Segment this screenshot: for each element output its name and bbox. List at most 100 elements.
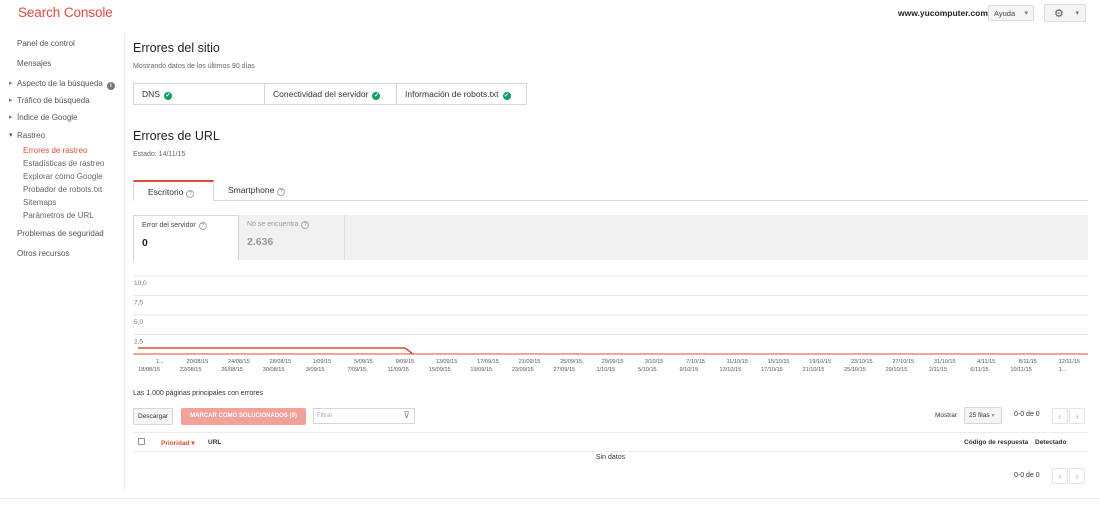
x-tick-label: 25/10/15 [844,367,866,373]
url-errors-state: Estado: 14/11/15 [133,151,186,158]
x-tick-label: 4/11/15 [977,359,995,365]
url-errors-title: Errores de URL [133,129,220,143]
x-tick-label: 25/09/15 [560,359,582,365]
pagination-range: 0-0 de 0 [1014,411,1040,418]
help-icon[interactable]: ? [301,221,310,229]
column-url[interactable]: URL [208,439,221,446]
x-tick-label: 17/09/15 [477,359,499,365]
site-errors-status-row: DNS ✔ Conectividad del servidor ✔ Informac… [133,83,527,105]
rows-per-page-select[interactable]: 25 filas ▾ [964,407,1002,424]
check-circle-icon: ✔ [502,92,511,100]
error-metrics: Error del servidor? 0 No se encuentra? 2… [133,215,1088,261]
sidebar-item-google-index[interactable]: Índice de Google [9,113,77,122]
x-tick-label: 6/11/15 [970,367,988,373]
status-label: Información de robots.txt [405,89,499,99]
x-tick-label: 1/09/15 [313,359,332,365]
next-page-button[interactable]: › [1069,408,1085,424]
sidebar-item-robots-tester[interactable]: Probador de robots.txt [23,185,102,194]
app-logo[interactable]: Search Console [18,5,113,20]
x-tick-label: 1... [1059,367,1067,373]
help-icon[interactable]: ? [186,190,195,198]
x-tick-label: 21/10/15 [803,367,825,373]
series-line [138,347,414,355]
sidebar-item-search-appearance[interactable]: Aspecto de la búsquedai [9,79,115,90]
sidebar-item-dashboard[interactable]: Panel de control [17,39,75,48]
metric-value: 0 [142,237,148,249]
sidebar-item-crawl[interactable]: Rastreo [9,131,45,140]
x-tick-label: 11/09/15 [388,367,409,373]
column-detected[interactable]: Detectado [1035,439,1066,446]
sidebar-item-search-traffic[interactable]: Tráfico de búsqueda [9,96,90,105]
site-errors-subtitle: Mostrando datos de los últimos 90 días [133,63,255,70]
x-tick-label: 3/10/15 [645,359,664,365]
help-icon[interactable]: ? [198,222,207,230]
x-tick-label: 1... [156,359,164,365]
x-tick-label: 2/11/15 [929,367,947,373]
x-tick-label: 13/10/15 [719,367,741,373]
metric-server-error[interactable]: Error del servidor? 0 [133,215,239,261]
download-button[interactable]: Descargar [133,408,173,425]
column-label: Prioridad [161,440,190,447]
status-label: DNS [142,89,160,99]
x-tick-label: 17/10/15 [761,367,783,373]
x-tick-label: 27/09/15 [553,367,575,373]
column-priority[interactable]: Prioridad ▾ [161,439,195,447]
select-all-checkbox[interactable] [138,438,145,445]
x-tick-label: 18/08/15 [138,367,160,373]
check-circle-icon: ✔ [163,92,172,100]
sidebar-item-url-parameters[interactable]: Parámetros de URL [23,211,94,220]
tab-smartphone[interactable]: Smartphone? [214,180,299,201]
status-label: Conectividad del servidor [273,89,369,99]
x-tick-label: 10/11/15 [1010,367,1031,373]
x-tick-label: 7/09/15 [347,367,366,373]
y-tick-label: 5,0 [134,319,143,326]
sidebar-item-fetch-as-google[interactable]: Explorar como Google [23,172,103,181]
y-tick-label: 7,5 [134,300,143,307]
show-label: Mostrar [935,412,958,419]
status-server-connectivity[interactable]: Conectividad del servidor ✔ [265,84,397,104]
metric-label: Error del servidor [142,222,196,229]
filter-input[interactable]: Filtrar ⊽ [313,408,415,424]
mark-fixed-button[interactable]: MARCAR COMO SOLUCIONADOS (0) [181,408,306,425]
x-tick-label: 11/10/15 [726,359,747,365]
device-tabs: Escritorio? Smartphone? [133,180,1088,201]
help-icon[interactable]: ? [277,188,286,196]
x-tick-label: 13/09/15 [436,359,458,365]
x-tick-label: 20/08/15 [186,359,208,365]
x-tick-label: 15/10/15 [768,359,790,365]
sidebar-item-security-issues[interactable]: Problemas de seguridad [17,229,104,238]
empty-state: Sin datos [595,454,626,461]
prev-page-button-bottom[interactable]: ‹ [1052,468,1068,484]
sidebar-item-messages[interactable]: Mensajes [17,59,51,68]
sidebar-item-crawl-errors[interactable]: Errores de rastreo [23,146,87,155]
info-icon[interactable]: i [106,82,115,90]
x-tick-label: 21/09/15 [519,359,541,365]
y-tick-label: 2,5 [134,339,143,346]
tab-label: Smartphone [228,185,275,195]
sidebar-item-label: Aspecto de la búsqueda [17,79,103,88]
metric-value: 2.636 [247,236,274,248]
x-tick-label: 22/08/15 [180,367,202,373]
sidebar: Panel de control Mensajes Aspecto de la … [0,34,125,490]
filter-placeholder: Filtrar [317,413,333,419]
sidebar-item-crawl-stats[interactable]: Estadísticas de rastreo [23,159,104,168]
status-robots[interactable]: Información de robots.txt ✔ [397,84,526,104]
metric-not-found[interactable]: No se encuentra? 2.636 [239,215,345,260]
x-tick-label: 19/10/15 [809,359,831,365]
column-response-code[interactable]: Código de respuesta [964,439,1028,446]
next-page-button-bottom[interactable]: › [1069,468,1085,484]
status-dns[interactable]: DNS ✔ [134,84,265,104]
x-tick-label: 26/08/15 [221,367,243,373]
x-tick-label: 3/09/15 [306,367,325,373]
sidebar-item-other-resources[interactable]: Otros recursos [17,249,69,258]
x-tick-label: 15/09/15 [429,367,451,373]
chevron-down-icon: ▾ [991,413,995,419]
filter-icon: ⊽ [403,410,410,420]
x-tick-label: 1/10/15 [596,367,615,373]
sidebar-item-sitemaps[interactable]: Sitemaps [23,198,56,207]
tab-desktop[interactable]: Escritorio? [133,180,214,201]
table-header: Prioridad ▾ URL Código de respuesta Dete… [133,432,1088,452]
prev-page-button[interactable]: ‹ [1052,408,1068,424]
x-tick-label: 9/10/15 [680,367,699,373]
tab-label: Escritorio [148,187,184,197]
